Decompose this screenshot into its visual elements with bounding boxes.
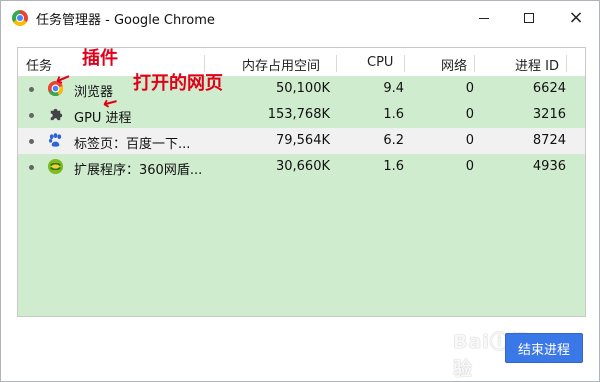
- minimize-button[interactable]: [461, 1, 507, 35]
- row-dot: [29, 113, 34, 118]
- task-name: 扩展程序：360网盾...: [74, 163, 203, 178]
- pid-value: 3216: [532, 107, 566, 122]
- column-network-header[interactable]: 网络: [441, 55, 467, 74]
- header-divider: [566, 55, 567, 72]
- network-value: 0: [465, 133, 474, 148]
- network-value: 0: [465, 81, 474, 96]
- column-memory-header[interactable]: 内存占用空间: [242, 55, 320, 74]
- maximize-button[interactable]: [506, 1, 552, 35]
- close-button[interactable]: ×: [553, 1, 599, 35]
- chrome-icon: [12, 10, 28, 26]
- pid-value: 8724: [532, 133, 566, 148]
- title-bar: 任务管理器 - Google Chrome ×: [1, 1, 599, 35]
- memory-value: 153,768K: [267, 107, 330, 122]
- 360-icon: [47, 158, 64, 175]
- memory-value: 30,660K: [275, 159, 330, 174]
- task-list-panel: 任务 内存占用空间 CPU 网络 进程 ID 浏览器 50,100K 9.4 0…: [17, 47, 586, 317]
- window-title: 任务管理器 - Google Chrome: [36, 13, 215, 28]
- row-dot: [29, 165, 34, 170]
- end-process-button[interactable]: 结束进程: [505, 333, 583, 363]
- table-row[interactable]: 扩展程序：360网盾... 30,660K 1.6 0 4936: [18, 154, 585, 180]
- pid-value: 4936: [532, 159, 566, 174]
- network-value: 0: [465, 159, 474, 174]
- network-value: 0: [465, 107, 474, 122]
- column-cpu-header[interactable]: CPU: [367, 55, 393, 70]
- maximize-icon: [524, 13, 534, 23]
- header-divider: [336, 55, 337, 72]
- row-dot: [29, 87, 34, 92]
- row-dot: [29, 139, 34, 144]
- cpu-value: 9.4: [383, 81, 404, 96]
- column-task-header[interactable]: 任务: [26, 55, 52, 74]
- minimize-icon: [479, 17, 489, 19]
- memory-value: 79,564K: [275, 133, 330, 148]
- pid-value: 6624: [532, 81, 566, 96]
- column-pid-header[interactable]: 进程 ID: [515, 55, 559, 74]
- opened-page-annotation: 打开的网页: [133, 73, 223, 94]
- cpu-value: 1.6: [383, 107, 404, 122]
- task-name: 标签页：百度一下...: [74, 137, 191, 152]
- header-divider: [404, 55, 405, 72]
- baidu-paw-icon: [48, 133, 62, 147]
- cpu-value: 6.2: [383, 133, 404, 148]
- header-divider: [474, 55, 475, 72]
- task-manager-window: 任务管理器 - Google Chrome × 任务 内存占用空间 CPU 网络…: [0, 0, 600, 382]
- table-row-selected[interactable]: 标签页：百度一下... 79,564K 6.2 0 8724: [18, 128, 585, 154]
- cpu-value: 1.6: [383, 159, 404, 174]
- close-icon: ×: [568, 7, 584, 28]
- plugin-annotation: 插件: [82, 48, 118, 69]
- memory-value: 50,100K: [275, 81, 330, 96]
- puzzle-icon: [50, 108, 63, 121]
